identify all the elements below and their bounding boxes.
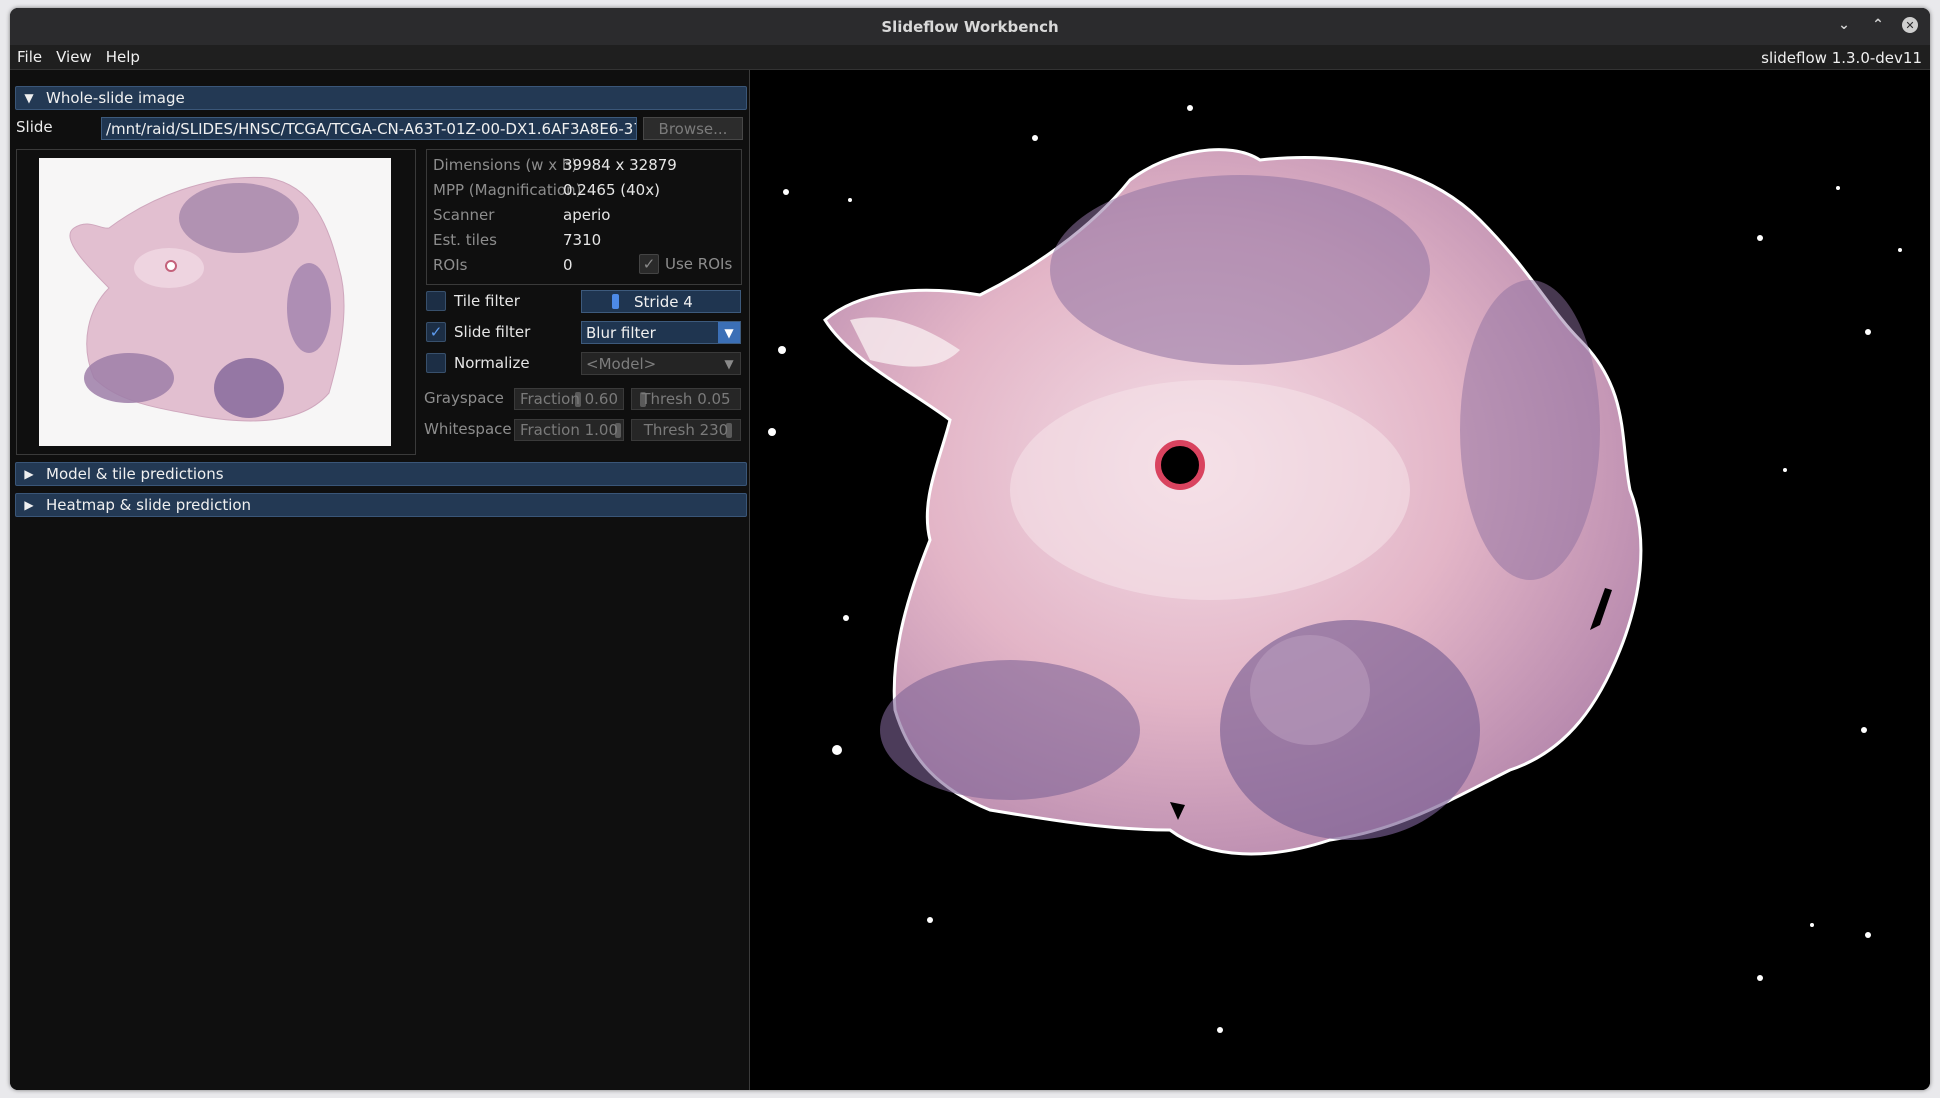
section-label: Heatmap & slide prediction [46, 496, 252, 514]
info-scanner: Scanner aperio [433, 206, 611, 224]
whitespace-thresh-slider[interactable]: Thresh 230 [631, 419, 741, 441]
menu-file[interactable]: File [10, 48, 49, 66]
app-window: Slideflow Workbench ⌄ ⌃ ✕ File View Help… [10, 8, 1930, 1090]
menu-view[interactable]: View [49, 48, 99, 66]
slide-thumbnail[interactable] [39, 158, 391, 446]
slide-viewer[interactable] [750, 70, 1930, 1090]
slide-filter-checkbox[interactable]: ✓ Slide filter [426, 322, 530, 342]
minimize-icon[interactable]: ⌄ [1834, 15, 1854, 35]
slider-handle[interactable] [612, 294, 619, 309]
model-dropdown[interactable]: <Model> ▼ [581, 352, 741, 375]
close-icon[interactable]: ✕ [1902, 17, 1918, 33]
section-label: Model & tile predictions [46, 465, 224, 483]
section-model-tile-predictions[interactable]: ▶ Model & tile predictions [15, 462, 747, 486]
unchecked-box-icon [426, 291, 446, 311]
expanded-triangle-icon: ▼ [24, 91, 34, 105]
thumbnail-frame [16, 149, 416, 455]
section-heatmap-slide-prediction[interactable]: ▶ Heatmap & slide prediction [15, 493, 747, 517]
slide-info: Dimensions (w x h) 39984 x 32879 MPP (Ma… [426, 149, 742, 285]
collapsed-triangle-icon: ▶ [24, 498, 34, 512]
collapsed-triangle-icon: ▶ [24, 467, 34, 481]
info-est-tiles: Est. tiles 7310 [433, 231, 602, 249]
slide-filter-dropdown[interactable]: Blur filter ▼ [581, 321, 741, 344]
use-rois-checkbox[interactable]: ✓ Use ROIs [639, 254, 732, 274]
info-dimensions: Dimensions (w x h) 39984 x 32879 [433, 156, 677, 174]
stride-slider[interactable]: Stride 4 [581, 290, 741, 313]
info-mpp: MPP (Magnification) 0.2465 (40x) [433, 181, 660, 199]
menu-bar: File View Help slideflow 1.3.0-dev11 [10, 45, 1930, 70]
slide-image[interactable] [750, 70, 1930, 1090]
grayspace-thresh-slider[interactable]: Thresh 0.05 [631, 388, 741, 410]
slide-label: Slide [16, 118, 53, 136]
maximize-icon[interactable]: ⌃ [1868, 15, 1888, 35]
info-rois: ROIs 0 ✓ Use ROIs [433, 254, 733, 274]
title-bar: Slideflow Workbench ⌄ ⌃ ✕ [10, 8, 1930, 45]
window-title: Slideflow Workbench [881, 17, 1059, 36]
section-label: Whole-slide image [46, 89, 185, 107]
version-label: slideflow 1.3.0-dev11 [1761, 49, 1922, 67]
chevron-down-icon: ▼ [718, 322, 740, 343]
menu-help[interactable]: Help [99, 48, 147, 66]
checkmark-icon: ✓ [639, 254, 659, 274]
section-whole-slide-image[interactable]: ▼ Whole-slide image [15, 86, 747, 110]
chevron-down-icon: ▼ [724, 356, 734, 371]
browse-button[interactable]: Browse... [643, 117, 743, 140]
checkmark-icon: ✓ [426, 322, 446, 342]
grayspace-fraction-slider[interactable]: Fraction 0.60 [514, 388, 624, 410]
grayspace-label: Grayspace [424, 389, 504, 407]
whitespace-fraction-slider[interactable]: Fraction 1.00 [514, 419, 624, 441]
normalize-checkbox[interactable]: Normalize [426, 353, 530, 373]
control-panel: ▼ Whole-slide image Slide /mnt/raid/SLID… [10, 70, 750, 1090]
tile-filter-checkbox[interactable]: Tile filter [426, 291, 520, 311]
whitespace-label: Whitespace [424, 420, 512, 438]
unchecked-box-icon [426, 353, 446, 373]
slide-path-input[interactable]: /mnt/raid/SLIDES/HNSC/TCGA/TCGA-CN-A63T-… [101, 117, 637, 140]
